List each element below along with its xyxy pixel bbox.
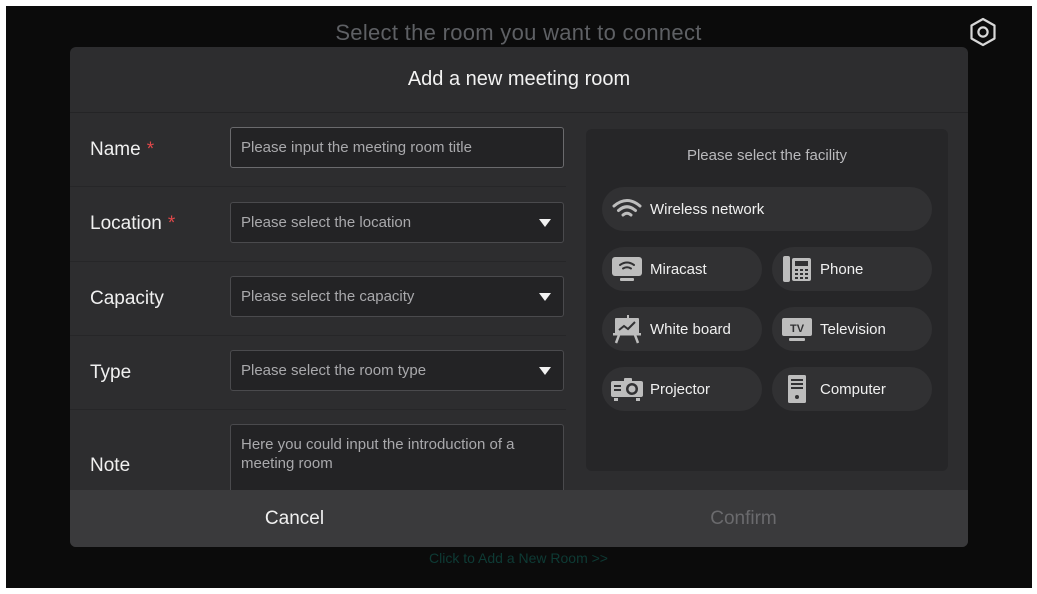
required-mark: *	[146, 139, 155, 160]
form-row-type: Type Please select the room type	[70, 336, 566, 410]
background-title: Select the room you want to connect	[335, 20, 702, 45]
add-new-room-link[interactable]: Click to Add a New Room >>	[0, 550, 1037, 566]
note-textarea[interactable]: Here you could input the introduction of…	[230, 424, 564, 496]
name-input[interactable]	[241, 139, 553, 156]
capacity-select[interactable]: Please select the capacity	[230, 276, 564, 317]
form-row-name: Name *	[70, 113, 566, 187]
whiteboard-icon	[610, 314, 644, 344]
dialog-header: Add a new meeting room	[70, 47, 968, 113]
caret-down-icon	[539, 367, 551, 375]
location-label: Location *	[90, 213, 176, 234]
dialog-footer: Cancel Confirm	[70, 490, 968, 547]
facility-label: White board	[650, 320, 731, 338]
facility-label: Projector	[650, 380, 711, 398]
capacity-select-value: Please select the capacity	[241, 288, 415, 305]
facility-chip-computer[interactable]: Computer	[772, 367, 932, 411]
wifi-icon	[610, 194, 644, 224]
name-label: Name *	[90, 139, 155, 160]
projector-icon	[610, 374, 644, 404]
note-textarea-placeholder: Here you could input the introduction of…	[241, 436, 515, 472]
type-select[interactable]: Please select the room type	[230, 350, 564, 391]
settings-icon	[970, 17, 996, 47]
facility-label: Phone	[820, 260, 864, 278]
cancel-button[interactable]: Cancel	[70, 490, 519, 547]
add-room-dialog: Add a new meeting room Name* Location* P…	[70, 47, 968, 547]
facility-label: Television	[820, 320, 886, 338]
facility-chip-miracast[interactable]: Miracast	[602, 247, 762, 291]
facility-label: Miracast	[650, 260, 707, 278]
facility-chip-projector[interactable]: Projector	[602, 367, 762, 411]
dialog-title: Add a new meeting room	[407, 68, 631, 90]
facility-chip-white-board[interactable]: White board	[602, 307, 762, 351]
required-mark: *	[167, 213, 176, 234]
miracast-icon	[610, 254, 644, 284]
facility-chip-wireless-network[interactable]: Wireless network	[602, 187, 932, 231]
caret-down-icon	[539, 219, 551, 227]
facility-label: Wireless network	[650, 200, 765, 218]
name-field	[230, 127, 564, 168]
facility-title: Please select the facility	[686, 147, 848, 164]
facility-panel: Please select the facility Wireless netw…	[586, 129, 948, 471]
phone-icon	[780, 254, 814, 284]
computer-icon	[780, 374, 814, 404]
location-select[interactable]: Please select the location	[230, 202, 564, 243]
television-icon: TV	[780, 314, 814, 344]
caret-down-icon	[539, 293, 551, 301]
form-row-note: Note Here you could input the introducti…	[70, 410, 566, 496]
form-row-location: Location * Please select the location	[70, 187, 566, 262]
facility-chip-phone[interactable]: Phone	[772, 247, 932, 291]
note-label: Note	[90, 455, 131, 476]
form-row-capacity: Capacity Please select the capacity	[70, 262, 566, 336]
settings-button[interactable]	[968, 17, 998, 47]
capacity-label: Capacity	[90, 288, 164, 309]
facility-chip-television[interactable]: TV Television	[772, 307, 932, 351]
confirm-button[interactable]: Confirm	[519, 490, 968, 547]
type-select-value: Please select the room type	[241, 362, 427, 379]
type-label: Type	[90, 362, 132, 383]
facility-label: Computer	[820, 380, 886, 398]
tv-icon-text: TV	[790, 323, 805, 335]
location-select-value: Please select the location	[241, 214, 412, 231]
